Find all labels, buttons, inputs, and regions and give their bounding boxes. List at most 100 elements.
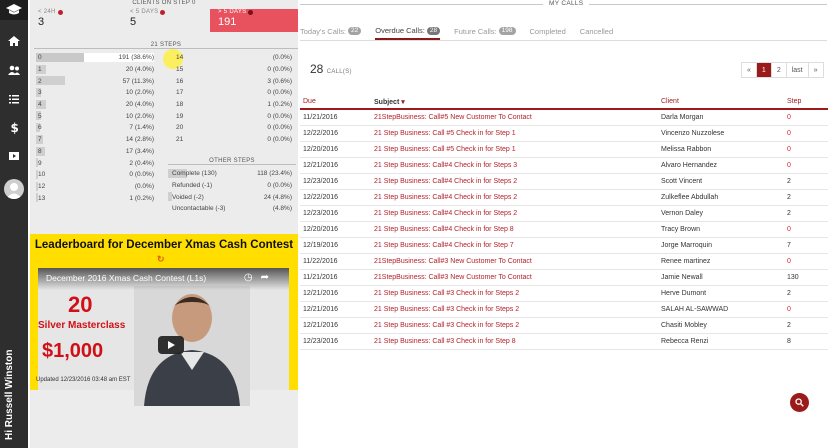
- cell-subject-link[interactable]: 21 Step Business: Call #5 Check in for S…: [371, 125, 658, 142]
- cell-subject-link[interactable]: 21StepBusiness: Call#5 New Customer To C…: [371, 109, 658, 126]
- video-player[interactable]: December 2016 Xmas Cash Contest (L1s) ◷➦…: [38, 268, 289, 406]
- other-step-row[interactable]: Uncontactable (-3) (4.8%): [168, 203, 296, 215]
- step-row[interactable]: 14 (0.0%): [168, 52, 296, 64]
- step-row[interactable]: 20 0 (0.0%): [168, 122, 296, 134]
- cell-client: Rebecca Renzi: [658, 333, 784, 350]
- step-row[interactable]: 7 14 (2.8%): [30, 134, 158, 146]
- search-button[interactable]: [790, 393, 809, 412]
- tab-overdue[interactable]: Overdue Calls: 28: [375, 24, 441, 40]
- cell-client: Chasiti Mobley: [658, 317, 784, 334]
- step-row[interactable]: 0 191 (38.6%): [30, 52, 158, 64]
- stat-over-5-days[interactable]: > 5 DAYS 191: [210, 9, 298, 32]
- tab-future[interactable]: Future Calls: 198: [454, 24, 516, 38]
- pager-first[interactable]: «: [742, 63, 757, 77]
- watch-later-icon[interactable]: ◷: [244, 272, 261, 283]
- table-row[interactable]: 12/22/2016 21 Step Business: Call#4 Check…: [300, 189, 828, 206]
- step-row[interactable]: 12 (0.0%): [30, 181, 158, 193]
- step-value: 0 (0.0%): [267, 136, 292, 144]
- tab-cancelled[interactable]: Cancelled: [580, 24, 613, 38]
- dollar-icon[interactable]: $: [7, 120, 21, 135]
- step-row[interactable]: 15 0 (0.0%): [168, 64, 296, 76]
- cell-subject-link[interactable]: 21 Step Business: Call #3 Check in for S…: [371, 333, 658, 350]
- step-row[interactable]: 21 0 (0.0%): [168, 134, 296, 146]
- cell-step: 8: [784, 333, 828, 350]
- table-row[interactable]: 12/21/2016 21 Step Business: Call #3 Chec…: [300, 285, 828, 302]
- table-row[interactable]: 12/23/2016 21 Step Business: Call#4 Check…: [300, 173, 828, 190]
- graduation-cap-icon[interactable]: [0, 0, 28, 20]
- pager-page-2[interactable]: 2: [772, 63, 787, 77]
- table-row[interactable]: 12/21/2016 21 Step Business: Call #3 Chec…: [300, 301, 828, 318]
- cell-client: Tracy Brown: [658, 221, 784, 238]
- table-row[interactable]: 12/23/2016 21 Step Business: Call #3 Chec…: [300, 333, 828, 350]
- step-row[interactable]: 18 1 (0.2%): [168, 99, 296, 111]
- table-row[interactable]: 12/23/2016 21 Step Business: Call#4 Check…: [300, 205, 828, 222]
- step-row[interactable]: 4 20 (4.0%): [30, 99, 158, 111]
- call-count-number: 28: [310, 62, 324, 76]
- stat-under-24h[interactable]: < 24H 3: [38, 9, 108, 32]
- cell-due: 12/21/2016: [300, 157, 371, 174]
- refresh-icon[interactable]: ↻: [157, 254, 165, 265]
- presenter-image: [134, 286, 250, 406]
- avatar[interactable]: [4, 179, 24, 199]
- step-row[interactable]: 8 17 (3.4%): [30, 146, 158, 158]
- pager-page-1[interactable]: 1: [756, 63, 772, 77]
- other-step-row[interactable]: Voided (-2) 24 (4.8%): [168, 191, 296, 203]
- cell-subject-link[interactable]: 21 Step Business: Call #5 Check in for S…: [371, 141, 658, 158]
- table-row[interactable]: 11/21/2016 21StepBusiness: Call#5 New Cus…: [300, 109, 828, 126]
- cell-subject-link[interactable]: 21 Step Business: Call #3 Check in for S…: [371, 301, 658, 318]
- cell-subject-link[interactable]: 21 Step Business: Call #3 Check in for S…: [371, 317, 658, 334]
- video-icon[interactable]: [7, 149, 21, 163]
- share-icon[interactable]: ➦: [261, 272, 277, 283]
- step-row[interactable]: 19 0 (0.0%): [168, 110, 296, 122]
- step-row[interactable]: 1 20 (4.0%): [30, 64, 158, 76]
- tab-today[interactable]: Today's Calls: 22: [300, 24, 362, 38]
- cell-subject-link[interactable]: 21 Step Business: Call#4 Check in for St…: [371, 173, 658, 190]
- table-row[interactable]: 12/20/2016 21 Step Business: Call#4 Check…: [300, 221, 828, 238]
- step-row[interactable]: 9 2 (0.4%): [30, 157, 158, 169]
- col-client[interactable]: Client: [658, 95, 784, 110]
- col-due[interactable]: Due: [300, 95, 371, 110]
- other-step-value: 118 (23.4%): [257, 170, 292, 178]
- stat-value: 191: [218, 16, 237, 28]
- play-button[interactable]: [158, 336, 184, 354]
- col-step[interactable]: Step: [784, 95, 828, 110]
- step-row[interactable]: 2 57 (11.3%): [30, 75, 158, 87]
- step-row[interactable]: 10 0 (0.0%): [30, 169, 158, 181]
- other-step-row[interactable]: Refunded (-1) 0 (0.0%): [168, 180, 296, 192]
- cell-client: Renee martinez: [658, 253, 784, 270]
- stat-under-5-days[interactable]: < 5 DAYS 5: [130, 9, 200, 32]
- table-row[interactable]: 11/22/2016 21StepBusiness: Call#3 New Cus…: [300, 253, 828, 270]
- home-icon[interactable]: [7, 34, 21, 48]
- cell-subject-link[interactable]: 21 Step Business: Call#4 Check in for St…: [371, 237, 658, 254]
- step-row[interactable]: 6 7 (1.4%): [30, 122, 158, 134]
- cell-subject-link[interactable]: 21 Step Business: Call#4 Check in for St…: [371, 221, 658, 238]
- pager-next[interactable]: »: [809, 63, 823, 77]
- cell-subject-link[interactable]: 21StepBusiness: Call#3 New Customer To C…: [371, 253, 658, 270]
- video-controls[interactable]: ◷➦: [244, 272, 277, 283]
- users-icon[interactable]: [7, 63, 21, 77]
- table-row[interactable]: 12/20/2016 21 Step Business: Call #5 Chec…: [300, 141, 828, 158]
- step-row[interactable]: 17 0 (0.0%): [168, 87, 296, 99]
- cell-subject-link[interactable]: 21StepBusiness: Call#3 New Customer To C…: [371, 269, 658, 286]
- step-row[interactable]: 13 1 (0.2%): [30, 192, 158, 204]
- table-row[interactable]: 12/21/2016 21 Step Business: Call #3 Chec…: [300, 317, 828, 334]
- cell-subject-link[interactable]: 21 Step Business: Call#4 Check in for St…: [371, 189, 658, 206]
- table-row[interactable]: 12/19/2016 21 Step Business: Call#4 Check…: [300, 237, 828, 254]
- cell-subject-link[interactable]: 21 Step Business: Call #3 Check in for S…: [371, 285, 658, 302]
- step-row[interactable]: 3 10 (2.0%): [30, 87, 158, 99]
- cell-subject-link[interactable]: 21 Step Business: Call#4 Check in for St…: [371, 205, 658, 222]
- table-row[interactable]: 11/21/2016 21StepBusiness: Call#3 New Cus…: [300, 269, 828, 286]
- other-step-row[interactable]: Complete (130) 118 (23.4%): [168, 168, 296, 180]
- step-row[interactable]: 16 3 (0.6%): [168, 75, 296, 87]
- cell-subject-link[interactable]: 21 Step Business: Call#4 Check in for St…: [371, 157, 658, 174]
- step-value: (0.0%): [134, 182, 154, 190]
- table-row[interactable]: 12/21/2016 21 Step Business: Call#4 Check…: [300, 157, 828, 174]
- tab-completed[interactable]: Completed: [530, 24, 566, 38]
- list-icon[interactable]: [7, 92, 21, 106]
- col-subject[interactable]: Subject ▾: [371, 95, 658, 110]
- stat-label: < 24H: [38, 9, 56, 15]
- video-title[interactable]: December 2016 Xmas Cash Contest (L1s): [46, 273, 206, 283]
- pager-last[interactable]: last: [787, 63, 809, 77]
- step-row[interactable]: 5 10 (2.0%): [30, 110, 158, 122]
- table-row[interactable]: 12/22/2016 21 Step Business: Call #5 Chec…: [300, 125, 828, 142]
